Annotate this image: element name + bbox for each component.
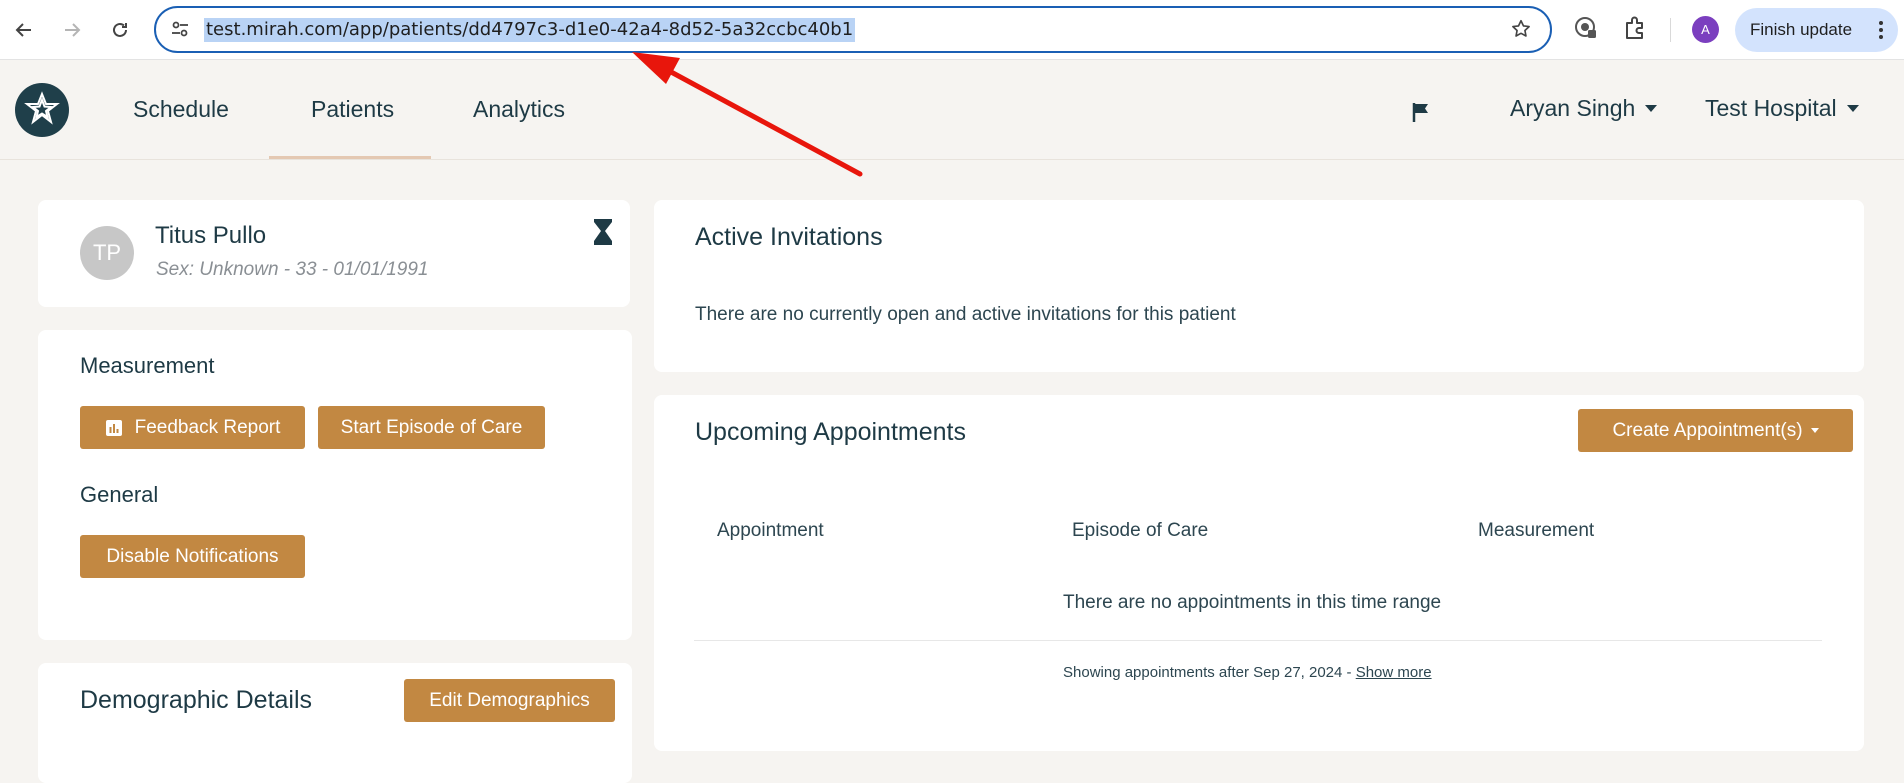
general-heading: General [80,482,159,507]
extensions-puzzle-icon[interactable] [1622,15,1648,41]
more-vert-icon [1879,21,1883,39]
toolbar-divider [1670,18,1671,42]
appointments-empty-text: There are no appointments in this time r… [1063,592,1442,613]
caret-down-icon [1846,105,1859,112]
edit-demographics-label: Edit Demographics [429,689,590,711]
patient-avatar: TP [80,226,134,280]
back-button[interactable] [8,14,40,46]
column-header-appointment: Appointment [717,520,824,541]
organization-menu[interactable]: Test Hospital [1705,95,1859,122]
browser-toolbar: test.mirah.com/app/patients/dd4797c3-d1e… [0,0,1904,60]
flag-icon[interactable] [1409,100,1433,124]
url-text[interactable]: test.mirah.com/app/patients/dd4797c3-d1e… [204,18,856,42]
user-menu[interactable]: Aryan Singh [1510,95,1658,122]
demographics-heading: Demographic Details [80,686,313,714]
arrow-right-icon [65,23,81,37]
invitations-empty-text: There are no currently open and active i… [695,304,1236,325]
password-manager-icon[interactable] [1573,15,1599,41]
disable-notifications-button[interactable]: Disable Notifications [80,535,305,578]
appointments-footer-text: Showing appointments after Sep 27, 2024 … [1063,664,1356,681]
measurement-heading: Measurement [80,353,215,378]
address-bar[interactable]: test.mirah.com/app/patients/dd4797c3-d1e… [154,6,1552,53]
finish-update-button[interactable]: Finish update [1735,8,1898,52]
feedback-report-label: Feedback Report [134,416,281,438]
patient-details: Sex: Unknown - 33 - 01/01/1991 [156,259,429,280]
patient-name: Titus Pullo [155,222,267,249]
finish-update-label: Finish update [1750,20,1853,39]
hourglass-icon[interactable] [592,218,614,246]
create-appointment-label: Create Appointment(s) [1612,419,1803,441]
profile-avatar[interactable]: A [1692,16,1719,43]
column-header-measurement: Measurement [1478,520,1595,541]
nav-analytics[interactable]: Analytics [473,96,565,123]
user-name: Aryan Singh [1510,95,1636,121]
table-divider [694,640,1822,641]
create-appointment-button[interactable]: Create Appointment(s) [1578,409,1853,452]
feedback-report-button[interactable]: Feedback Report [80,406,305,449]
nav-schedule[interactable]: Schedule [133,96,229,123]
active-tab-indicator [269,156,431,159]
forward-button[interactable] [56,14,88,46]
caret-down-icon [1810,428,1819,433]
disable-notifications-label: Disable Notifications [106,545,279,567]
bookmark-star-icon[interactable] [1510,18,1532,40]
app-header: Schedule Patients Analytics Aryan Singh … [0,60,1904,160]
logo-star-icon [24,91,60,125]
upcoming-appointments-heading: Upcoming Appointments [695,418,966,446]
reload-icon [113,22,127,37]
show-more-link[interactable]: Show more [1356,664,1432,681]
start-episode-label: Start Episode of Care [340,416,523,438]
site-settings-icon[interactable] [170,19,190,39]
caret-down-icon [1645,105,1658,112]
column-header-episode-of-care: Episode of Care [1072,520,1209,541]
bar-chart-icon [105,419,122,436]
organization-name: Test Hospital [1705,95,1837,121]
appointments-footer: Showing appointments after Sep 27, 2024 … [1063,664,1432,681]
arrow-left-icon [15,23,31,37]
mirah-logo[interactable] [15,83,69,137]
active-invitations-heading: Active Invitations [695,223,883,251]
reload-button[interactable] [104,14,136,46]
start-episode-button[interactable]: Start Episode of Care [318,406,545,449]
edit-demographics-button[interactable]: Edit Demographics [404,679,615,722]
nav-patients[interactable]: Patients [311,96,394,123]
